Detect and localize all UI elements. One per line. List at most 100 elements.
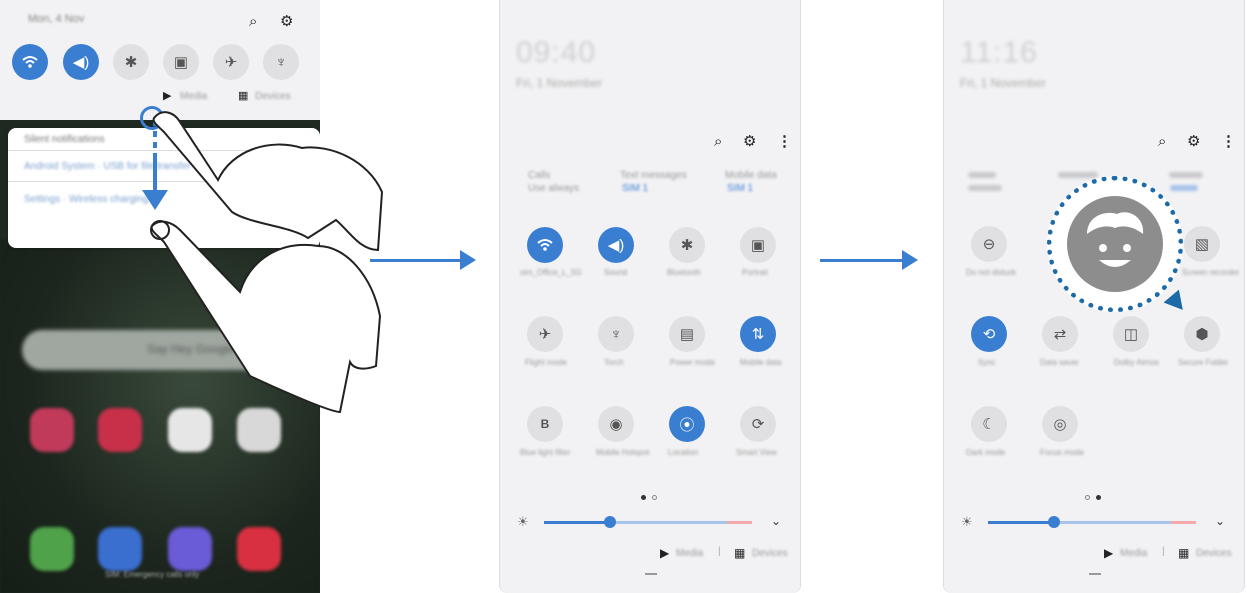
media-button[interactable]: Media bbox=[1120, 548, 1147, 559]
tile-label: Do not disturb bbox=[966, 268, 1016, 277]
tile-label: Screen recorder bbox=[1182, 268, 1240, 277]
gear-icon[interactable]: ⚙ bbox=[1187, 132, 1200, 150]
app-galaxy-store[interactable] bbox=[30, 408, 74, 452]
next-step-arrow-icon bbox=[820, 250, 918, 270]
kids-face-icon[interactable] bbox=[1065, 194, 1165, 294]
emergency-text: SIM: Emergency calls only bbox=[105, 570, 200, 579]
torch-icon[interactable]: ♆ bbox=[598, 316, 634, 352]
sound-icon[interactable]: ◀︎) bbox=[598, 227, 634, 263]
dolby-atmos-icon[interactable]: ◫ bbox=[1113, 316, 1149, 352]
sync-icon[interactable]: ⟲ bbox=[971, 316, 1007, 352]
tile-label: Location bbox=[668, 448, 699, 457]
chevron-down-icon[interactable]: ⌄ bbox=[771, 514, 781, 528]
brightness-slider-thumb[interactable] bbox=[604, 516, 616, 528]
hotspot-icon[interactable]: ◉ bbox=[598, 406, 634, 442]
app-messages[interactable] bbox=[98, 527, 142, 571]
sim-calls-label[interactable]: Calls bbox=[528, 170, 550, 181]
screen-recorder-icon[interactable]: ▧ bbox=[1184, 226, 1220, 262]
app-gallery[interactable] bbox=[98, 408, 142, 452]
sim-text-label[interactable]: Text messages bbox=[620, 170, 687, 181]
media-icon[interactable]: ▶ bbox=[660, 546, 669, 560]
mobile-data-icon[interactable]: ⇅ bbox=[740, 316, 776, 352]
page-indicator-active bbox=[641, 495, 646, 500]
app-internet[interactable] bbox=[168, 527, 212, 571]
sound-icon[interactable]: ◀︎) bbox=[63, 44, 99, 80]
blue-light-filter-icon[interactable]: B bbox=[527, 406, 563, 442]
brightness-icon: ☀ bbox=[517, 514, 529, 529]
secure-folder-icon[interactable]: ⬢ bbox=[1184, 316, 1220, 352]
clock-date: Fri, 1 November bbox=[516, 76, 603, 90]
do-not-disturb-icon[interactable]: ⊖ bbox=[971, 226, 1007, 262]
brightness-slider[interactable] bbox=[544, 521, 752, 524]
tile-label: Secure Folder bbox=[1178, 358, 1229, 367]
gear-icon[interactable]: ⚙ bbox=[280, 12, 293, 30]
kids-mode-magnifier bbox=[1047, 176, 1191, 320]
tile-label: Power mode bbox=[670, 358, 715, 367]
media-button[interactable]: Media bbox=[676, 548, 703, 559]
tile-label: Dolby Atmos bbox=[1114, 358, 1159, 367]
search-icon[interactable]: ⌕ bbox=[714, 133, 722, 150]
tile-label: Sync bbox=[978, 358, 996, 367]
gear-icon[interactable]: ⚙ bbox=[743, 132, 756, 150]
airplane-icon[interactable]: ✈ bbox=[213, 44, 249, 80]
power-mode-icon[interactable]: ▤ bbox=[669, 316, 705, 352]
devices-button[interactable]: Devices bbox=[752, 548, 788, 559]
bluetooth-icon[interactable]: ✱ bbox=[113, 44, 149, 80]
tile-label: Portrait bbox=[742, 268, 768, 277]
dark-mode-icon[interactable]: ☾ bbox=[971, 406, 1007, 442]
more-options-icon[interactable]: ⋮ bbox=[777, 132, 792, 150]
location-icon[interactable]: ⦿ bbox=[669, 406, 705, 442]
app-phone[interactable] bbox=[30, 527, 74, 571]
wifi-icon[interactable] bbox=[527, 227, 563, 263]
tile-label: Sound bbox=[604, 268, 628, 277]
brightness-icon: ☀ bbox=[961, 514, 973, 529]
notif-item-charging[interactable]: Settings · Wireless charging bbox=[24, 194, 149, 205]
bluetooth-icon[interactable]: ✱ bbox=[669, 227, 705, 263]
data-saver-icon[interactable]: ⇄ bbox=[1042, 316, 1078, 352]
chevron-down-icon[interactable]: ⌄ bbox=[1215, 514, 1225, 528]
sim-calls-sub: Use always bbox=[528, 183, 580, 194]
brightness-slider[interactable] bbox=[988, 521, 1196, 524]
torch-icon[interactable]: ♆ bbox=[263, 44, 299, 80]
drag-handle[interactable] bbox=[645, 573, 657, 575]
devices-button[interactable]: Devices bbox=[1196, 548, 1232, 559]
app-camera[interactable] bbox=[237, 527, 281, 571]
tile-label: Torch bbox=[604, 358, 624, 367]
airplane-icon[interactable]: ✈ bbox=[527, 316, 563, 352]
tile-label: Data saver bbox=[1040, 358, 1079, 367]
sim-text-sub: SIM 1 bbox=[622, 183, 649, 194]
clock-time: 11:16 bbox=[960, 36, 1038, 69]
divider: | bbox=[718, 546, 721, 557]
tile-label: Smart View bbox=[736, 448, 777, 457]
wifi-icon[interactable] bbox=[12, 44, 48, 80]
sim-calls-sub bbox=[968, 185, 1002, 191]
portrait-icon[interactable]: ▣ bbox=[163, 44, 199, 80]
hand-gesture-icon bbox=[150, 111, 384, 414]
sim-calls-label[interactable] bbox=[968, 172, 996, 178]
devices-icon[interactable]: ▦ bbox=[734, 546, 745, 560]
next-step-arrow-icon bbox=[370, 250, 476, 270]
status-date: Mon, 4 Nov bbox=[28, 13, 85, 25]
sim-data-label[interactable]: Mobile data bbox=[725, 170, 777, 181]
portrait-icon[interactable]: ▣ bbox=[740, 227, 776, 263]
devices-icon[interactable]: ▦ bbox=[1178, 546, 1189, 560]
page-indicator bbox=[1085, 495, 1090, 500]
search-icon[interactable]: ⌕ bbox=[1158, 133, 1166, 150]
tile-label: Dark mode bbox=[966, 448, 1006, 457]
tile-label: Blue light filter bbox=[520, 448, 571, 457]
brightness-slider-thumb[interactable] bbox=[1048, 516, 1060, 528]
phone-screen-2: 09:40 Fri, 1 November ⌕ ⚙ ⋮ Calls Use al… bbox=[499, 0, 801, 593]
sim-data-sub: SIM 1 bbox=[727, 183, 754, 194]
phone-screen-3: 11:16 Fri, 1 November ⌕ ⚙ ⋮ ⊖ Do not dis… bbox=[943, 0, 1245, 593]
clock-time: 09:40 bbox=[516, 36, 597, 69]
tile-label: Mobile data bbox=[740, 358, 782, 367]
search-icon[interactable]: ⌕ bbox=[249, 13, 257, 30]
page-indicator bbox=[652, 495, 657, 500]
tile-label: Focus mode bbox=[1040, 448, 1085, 457]
focus-mode-icon[interactable]: ◎ bbox=[1042, 406, 1078, 442]
more-options-icon[interactable]: ⋮ bbox=[1221, 132, 1236, 150]
media-icon[interactable]: ▶ bbox=[1104, 546, 1113, 560]
smart-view-icon[interactable]: ⟳ bbox=[740, 406, 776, 442]
clock-date: Fri, 1 November bbox=[960, 76, 1047, 90]
drag-handle[interactable] bbox=[1089, 573, 1101, 575]
